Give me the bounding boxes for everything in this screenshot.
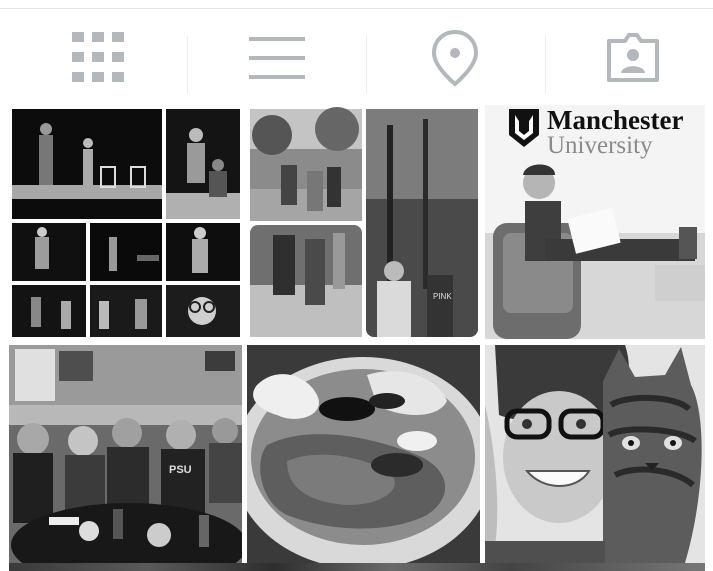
nature-walk-image: PINK (250, 107, 478, 337)
photo-post-selfie-with-cat[interactable] (485, 345, 705, 563)
tab-map-view[interactable] (395, 27, 515, 89)
manchester-logo-line1: Manchester (547, 105, 683, 135)
restaurant-group-image: PSU (9, 345, 242, 563)
svg-text:PINK: PINK (433, 292, 452, 301)
tab-list-view[interactable] (217, 27, 337, 89)
theater-collage-image (12, 109, 240, 337)
tab-separator (545, 36, 546, 93)
tab-separator (187, 36, 188, 93)
grid-icon (72, 32, 124, 82)
photo-post-restaurant-group[interactable]: PSU (9, 345, 242, 563)
next-row-preview (9, 563, 705, 571)
selfie-with-cat-image (485, 345, 705, 563)
photo-post-nature-walk[interactable]: PINK (247, 105, 480, 339)
manchester-university-image: Manchester University (485, 105, 705, 339)
food-plate-image (247, 345, 480, 563)
manchester-logo-line2: University (547, 132, 653, 159)
tagged-user-icon (607, 33, 659, 82)
profile-view-tabbar (0, 9, 713, 106)
tab-separator (366, 36, 367, 93)
tab-tagged-view[interactable] (573, 27, 693, 89)
photo-grid: PINK Manchester University PSU (9, 105, 705, 563)
photo-post-food-plate[interactable] (247, 345, 480, 563)
photo-post-manchester-university[interactable]: Manchester University (485, 105, 705, 339)
svg-text:PSU: PSU (169, 464, 192, 476)
list-icon (249, 37, 305, 79)
location-pin-icon (431, 29, 479, 87)
photo-post-theater-collage[interactable] (9, 105, 242, 339)
tab-grid-view[interactable] (38, 27, 158, 89)
